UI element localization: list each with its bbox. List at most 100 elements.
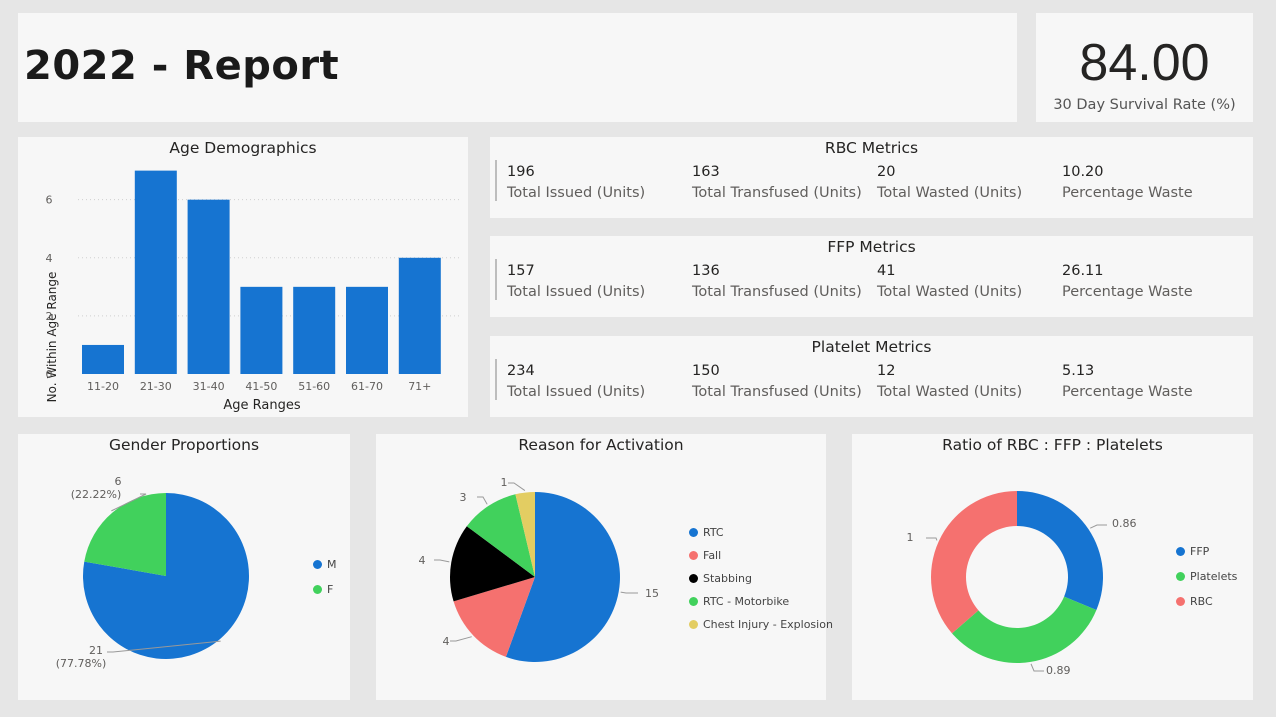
metric-item: 26.11 Percentage Waste [1062,261,1193,303]
legend-label: F [327,583,334,596]
report-title: 2022 - Report [24,43,340,89]
pie-slice [931,491,1017,634]
metric-value: 136 [692,263,720,279]
metric-item: 150 Total Transfused (Units) [692,361,862,403]
metric-card-title: FFP Metrics [827,238,916,256]
pie-data-label: 4 [419,554,426,567]
pie-data-label: 6 [115,475,122,488]
age-bar [346,286,388,374]
pie-data-label-pct: (22.22%) [71,488,122,501]
gender-proportions-chart[interactable]: Gender Proportions 21 (77.78%) 6 (22.22%) M… [18,434,350,700]
pie-data-label: 15 [645,587,659,600]
metric-label: Percentage Waste [1062,185,1193,201]
legend-label: Stabbing [703,572,753,585]
metric-item: 157 Total Issued (Units) [507,261,645,303]
metric-item: 12 Total Wasted (Units) [877,361,1022,403]
legend-dot-icon [313,585,322,594]
age-xtick-label: 31-40 [193,380,225,393]
reason-for-activation-chart[interactable]: Reason for Activation 15 4 4 3 1 RTC Fall Stab… [376,434,833,700]
legend-dot-icon [689,574,698,583]
metric-value: 163 [692,164,720,180]
legend-item[interactable]: FFP [1176,545,1209,558]
legend-label: FFP [1190,545,1210,558]
pie-data-label: 4 [443,635,450,648]
age-chart-svg: No. Within Age Range Age Ranges 0 2 4 6 11-2… [45,170,460,413]
reason-pie-svg: 15 4 4 3 1 [419,476,659,662]
legend-label: M [327,558,337,571]
legend-item[interactable]: M [313,558,337,571]
metric-value: 150 [692,363,720,379]
legend-label: RTC - Motorbike [703,595,790,608]
metric-item: 10.20 Percentage Waste [1062,162,1193,204]
age-demographics-chart[interactable]: Age Demographics No. Within Age Range Ag… [18,137,468,417]
metric-accent-bar [495,359,497,400]
metric-card-title: RBC Metrics [824,139,919,157]
legend-label: Chest Injury - Explosion [703,618,833,631]
legend-dot-icon [689,597,698,606]
metric-label: Total Transfused (Units) [692,384,862,400]
age-bar [187,199,230,374]
pie-data-label: 3 [460,491,467,504]
ffp-metrics-card[interactable]: FFP Metrics 157 Total Issued (Units) 136 Tot… [490,236,1253,317]
survival-rate-value: 84.00 [1079,34,1210,92]
legend-item[interactable]: F [313,583,333,596]
legend-label: Fall [703,549,722,562]
age-xtick-label: 41-50 [245,380,277,393]
metric-accent-bar [495,160,497,201]
metric-label: Percentage Waste [1062,284,1193,300]
ratio-chart[interactable]: Ratio of RBC : FFP : Platelets 0.86 0.89 1… [852,434,1253,700]
legend-dot-icon [1176,572,1185,581]
age-bar [134,170,177,374]
legend-item[interactable]: RTC - Motorbike [689,595,789,608]
rbc-metrics-card[interactable]: RBC Metrics 196 Total Issued (Units) 163 Tot… [490,137,1253,218]
metric-value: 10.20 [1062,164,1104,180]
age-bar [240,286,283,374]
age-ytick-label: 0 [46,368,53,381]
legend-item[interactable]: RTC [689,526,724,539]
metric-label: Total Issued (Units) [507,185,646,201]
legend-item[interactable]: Chest Injury - Explosion [689,618,833,631]
metric-value: 41 [877,263,896,279]
pie-leader-line [926,537,938,541]
legend-label: RBC [1190,595,1213,608]
survival-rate-card[interactable]: 84.00 30 Day Survival Rate (%) [1036,13,1253,122]
report-title-card: 2022 - Report [18,13,1017,122]
metric-value: 12 [877,363,896,379]
pie-leader-line [434,559,450,563]
age-bar [293,286,336,374]
metric-label: Total Wasted (Units) [877,284,1023,300]
legend-item[interactable]: Fall [689,549,721,562]
metric-label: Total Wasted (Units) [877,185,1023,201]
legend-item[interactable]: Stabbing [689,572,752,585]
pie-data-label: 0.89 [1046,664,1071,677]
metric-item: 136 Total Transfused (Units) [692,261,862,303]
pie-slice [1017,491,1103,611]
legend-dot-icon [689,528,698,537]
legend-dot-icon [313,560,322,569]
pie-data-label-pct: (77.78%) [56,657,107,670]
metric-label: Total Issued (Units) [507,284,646,300]
legend-dot-icon [689,620,698,629]
age-xtick-label: 21-30 [140,380,172,393]
age-xtick-label: 71+ [408,380,431,393]
pie-data-label: 21 [89,644,103,657]
metric-label: Percentage Waste [1062,384,1193,400]
metric-card-title: Platelet Metrics [811,338,932,356]
legend-dot-icon [689,551,698,560]
legend-item[interactable]: Platelets [1176,570,1237,583]
metric-item: 163 Total Transfused (Units) [692,162,862,204]
platelet-metrics-card[interactable]: Platelet Metrics 234 Total Issued (Units) 1… [490,336,1253,417]
metric-value: 234 [507,363,535,379]
age-bar [82,344,124,374]
ratio-donut-svg: 0.86 0.89 1 [907,491,1137,677]
pie-leader-line [1089,524,1107,529]
pie-data-label: 1 [907,531,914,544]
metric-accent-bar [495,259,497,300]
pie-data-label: 0.86 [1112,517,1137,530]
age-chart-ylabel: No. Within Age Range [45,272,59,403]
metric-item: 196 Total Issued (Units) [507,162,645,204]
age-xtick-label: 11-20 [87,380,119,393]
legend-item[interactable]: RBC [1176,595,1213,608]
metric-label: Total Transfused (Units) [692,185,862,201]
metric-item: 234 Total Issued (Units) [507,361,645,403]
